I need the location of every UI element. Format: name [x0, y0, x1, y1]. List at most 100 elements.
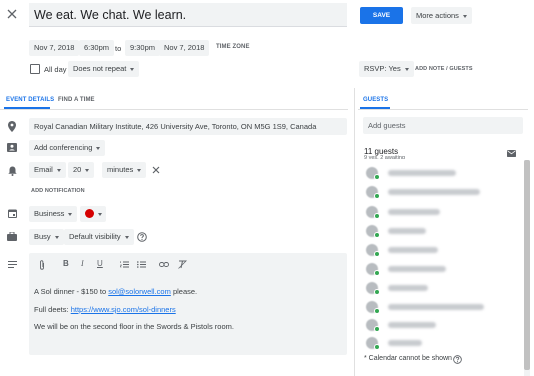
chevron-down-icon	[462, 14, 467, 18]
notification-amount-field[interactable]: 20	[68, 162, 95, 178]
notification-unit-value: minutes	[107, 165, 134, 174]
visibility-dropdown[interactable]: Default visibility	[64, 229, 134, 245]
numbered-list-icon[interactable]	[120, 261, 129, 268]
location-field[interactable]: Royal Canadian Military Institute, 426 U…	[29, 118, 347, 135]
event-title-input[interactable]: We eat. We chat. We learn.	[29, 3, 347, 27]
end-date-text: Nov 7, 2018	[164, 43, 205, 52]
rsvp-value: RSVP: Yes	[364, 64, 401, 73]
guest-row[interactable]	[362, 298, 522, 316]
event-title-text: We eat. We chat. We learn.	[34, 8, 187, 22]
description-text: please.	[170, 287, 198, 296]
accepted-check-icon	[374, 174, 380, 180]
guests-scrollbar-thumb[interactable]	[524, 160, 530, 370]
guest-row[interactable]	[362, 164, 522, 182]
chevron-down-icon	[85, 168, 90, 172]
guest-row[interactable]	[362, 279, 522, 297]
add-guests-placeholder: Add guests	[368, 121, 406, 130]
italic-button[interactable]: I	[81, 259, 84, 268]
calendar-dropdown[interactable]: Business	[29, 206, 78, 222]
description-text: Full deets:	[34, 305, 71, 314]
chevron-down-icon	[124, 235, 129, 239]
add-conferencing-label: Add conferencing	[34, 143, 93, 152]
email-guests-icon[interactable]	[507, 150, 516, 157]
guest-row[interactable]	[362, 183, 522, 201]
description-editor[interactable]: B I U A Sol dinner - $150 to sol@solorwe…	[29, 253, 347, 355]
accepted-check-icon	[374, 251, 380, 257]
chevron-down-icon	[56, 168, 61, 172]
guest-name-redacted	[388, 228, 426, 234]
description-text: A Sol dinner - $150 to	[34, 287, 109, 296]
accepted-check-icon	[374, 270, 380, 276]
chevron-down-icon	[54, 235, 59, 239]
save-button-label: SAVE	[372, 12, 391, 19]
guest-row[interactable]	[362, 222, 522, 240]
url-link[interactable]: https://www.sjo.com/sol-dinners	[71, 305, 176, 314]
more-actions-label: More actions	[416, 11, 459, 20]
end-time-field[interactable]: 9:30pm	[125, 40, 161, 56]
event-color-dropdown[interactable]	[80, 206, 106, 222]
location-text: Royal Canadian Military Institute, 426 U…	[34, 122, 317, 131]
start-time-field[interactable]: 6:30pm	[79, 40, 115, 56]
availability-dropdown[interactable]: Busy	[29, 229, 64, 245]
guest-row[interactable]	[362, 260, 522, 278]
bell-icon	[8, 166, 17, 176]
guest-row[interactable]	[362, 316, 522, 334]
calendar-icon	[8, 209, 17, 218]
color-swatch	[85, 208, 94, 218]
guest-name-redacted	[388, 322, 436, 328]
tab-find-a-time[interactable]: FIND A TIME	[58, 97, 95, 103]
help-icon[interactable]	[137, 232, 147, 242]
tab-event-details[interactable]: EVENT DETAILS	[6, 97, 54, 103]
repeat-value: Does not repeat	[73, 64, 127, 73]
description-line-3: We will be on the second floor in the Sw…	[34, 322, 234, 331]
all-day-label: All day	[44, 65, 67, 74]
underline-button[interactable]: U	[97, 259, 103, 268]
repeat-dropdown[interactable]: Does not repeat	[68, 61, 140, 77]
start-time-text: 6:30pm	[84, 43, 110, 52]
guest-summary: 9 yes, 2 awaiting	[364, 155, 405, 159]
close-icon[interactable]	[7, 9, 17, 19]
guest-row[interactable]	[362, 241, 522, 259]
attachment-icon[interactable]	[39, 260, 45, 270]
help-icon[interactable]	[453, 355, 462, 364]
time-zone-link[interactable]: TIME ZONE	[216, 44, 250, 50]
accepted-check-icon	[374, 193, 380, 199]
end-date-field[interactable]: Nov 7, 2018	[159, 40, 210, 56]
guest-name-redacted	[388, 304, 484, 310]
notification-amount-value: 20	[73, 165, 82, 174]
description-line-1: A Sol dinner - $150 to sol@solorwell.com…	[34, 287, 197, 296]
start-date-field[interactable]: Nov 7, 2018	[29, 40, 80, 56]
panel-divider	[354, 88, 355, 376]
notification-method-dropdown[interactable]: Email	[29, 162, 66, 178]
email-link[interactable]: sol@solorwell.com	[108, 287, 171, 296]
tabs-divider	[0, 109, 348, 110]
more-actions-button[interactable]: More actions	[411, 7, 472, 24]
remove-notification-icon[interactable]	[152, 166, 160, 174]
add-conferencing-dropdown[interactable]: Add conferencing	[29, 140, 106, 156]
add-notification-link[interactable]: ADD NOTIFICATION	[31, 188, 85, 194]
rsvp-dropdown[interactable]: RSVP: Yes	[359, 61, 414, 77]
guest-name-redacted	[388, 189, 480, 195]
accepted-check-icon	[374, 289, 380, 295]
accepted-check-icon	[374, 326, 380, 332]
to-label: to	[115, 44, 122, 53]
calendar-note: * Calendar cannot be shown	[364, 355, 452, 362]
guest-row[interactable]	[362, 334, 522, 352]
bulleted-list-icon[interactable]	[137, 261, 146, 268]
add-guests-input[interactable]: Add guests	[363, 117, 523, 134]
accepted-check-icon	[374, 232, 380, 238]
all-day-checkbox[interactable]	[30, 64, 40, 74]
notification-unit-dropdown[interactable]: minutes	[102, 162, 147, 178]
add-note-guests-link[interactable]: ADD NOTE / GUESTS	[415, 66, 473, 72]
link-icon[interactable]	[159, 262, 169, 267]
accepted-check-icon	[374, 344, 380, 350]
chevron-down-icon	[68, 212, 73, 216]
clear-formatting-icon[interactable]	[178, 260, 187, 269]
save-button[interactable]: SAVE	[360, 7, 403, 24]
end-time-text: 9:30pm	[130, 43, 156, 52]
bold-button[interactable]: B	[63, 259, 69, 268]
start-date-text: Nov 7, 2018	[34, 43, 75, 52]
description-icon	[8, 261, 17, 268]
guest-name-redacted	[388, 170, 456, 176]
guest-row[interactable]	[362, 203, 522, 221]
